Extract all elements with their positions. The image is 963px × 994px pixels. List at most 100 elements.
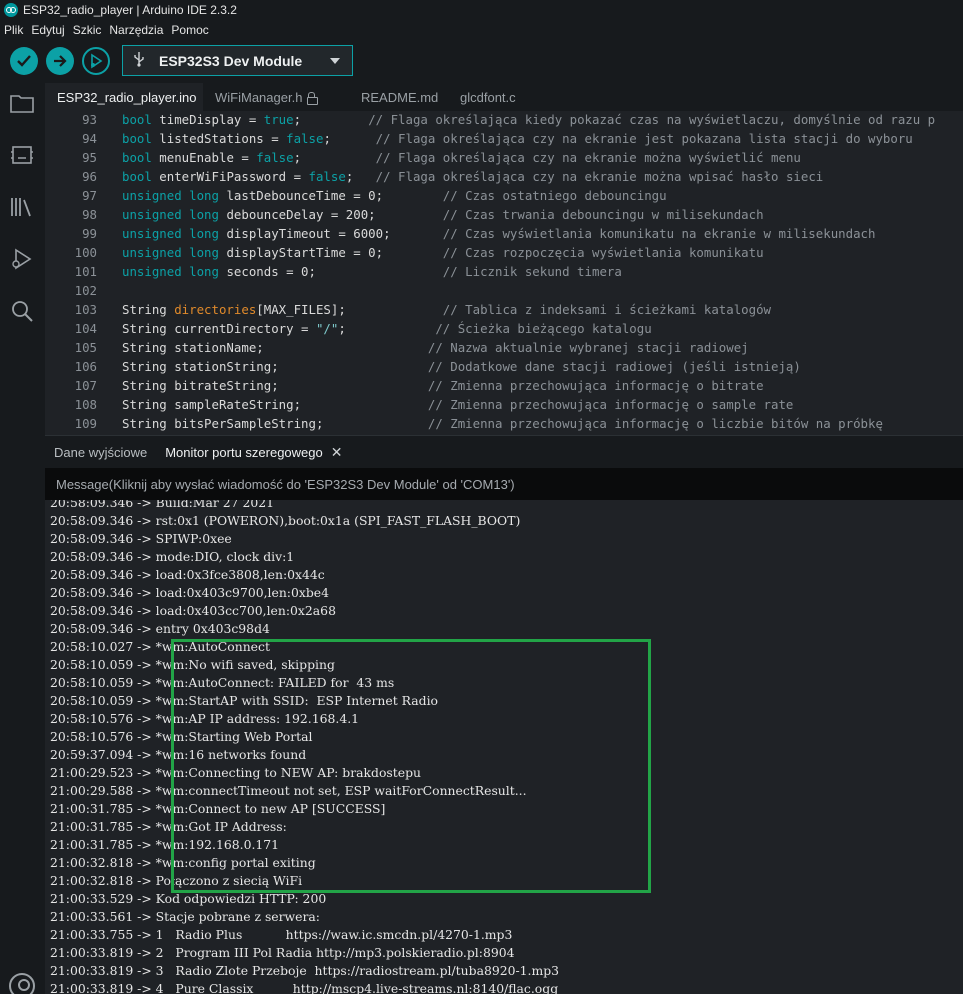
line-number: 102 — [74, 283, 97, 298]
serial-line: 20:58:09.346 -> entry 0x403c98d4 — [50, 621, 270, 636]
code-text: bool timeDisplay = true; // Flaga określ… — [122, 112, 936, 127]
code-line: 102 — [45, 281, 963, 300]
sketchbook-folder-icon[interactable] — [10, 91, 34, 115]
line-number: 109 — [74, 416, 97, 431]
code-text: String sampleRateString; // Zmienna prze… — [122, 397, 794, 412]
board-name: ESP32S3 Dev Module — [159, 52, 303, 69]
menu-help[interactable]: Pomoc — [171, 23, 208, 37]
code-text: unsigned long displayStartTime = 0; // C… — [122, 245, 764, 260]
code-line: 109 String bitsPerSampleString; // Zmienn… — [45, 414, 963, 433]
upload-button[interactable] — [46, 47, 74, 75]
code-text: String bitrateString; // Zmienna przecho… — [122, 378, 764, 393]
menu-tools[interactable]: Narzędzia — [109, 23, 163, 37]
line-number: 97 — [82, 188, 97, 203]
arrow-right-icon — [54, 55, 67, 67]
code-line: 101 unsigned long seconds = 0; // Licznik… — [45, 262, 963, 281]
tab-output[interactable]: Dane wyjściowe — [45, 436, 156, 468]
arduino-logo-icon — [4, 2, 18, 17]
code-text: unsigned long lastDebounceTime = 0; // C… — [122, 188, 667, 203]
line-number: 99 — [82, 226, 97, 241]
code-text: bool enterWiFiPassword = false; // Flaga… — [122, 169, 824, 184]
tab-wifimanager-h[interactable]: WiFiManager.h — [203, 83, 349, 111]
toolbar: ESP32S3 Dev Module — [0, 41, 963, 83]
line-number: 101 — [74, 264, 97, 279]
menu-bar: Plik Edytuj Szkic Narzędzia Pomoc — [0, 19, 963, 41]
title-bar: ESP32_radio_player | Arduino IDE 2.3.2 — [0, 0, 963, 19]
tab-esp32-radio-player-ino[interactable]: ESP32_radio_player.ino — [45, 83, 203, 111]
code-line: 94 bool listedStations = false; // Flaga … — [45, 129, 963, 148]
board-selector[interactable]: ESP32S3 Dev Module — [122, 45, 353, 76]
search-icon[interactable] — [10, 299, 34, 323]
tab-readme-md[interactable]: README.md — [349, 83, 448, 111]
serial-message-bar[interactable]: Message(Kliknij aby wysłać wiadomość do … — [45, 468, 963, 500]
serial-message-input[interactable]: Message(Kliknij aby wysłać wiadomość do … — [56, 477, 515, 492]
boards-manager-icon[interactable] — [10, 143, 34, 167]
serial-line: 21:00:33.819 -> 2 Program III Pol Radia … — [50, 945, 515, 960]
usb-icon — [133, 51, 147, 70]
debug-panel-icon[interactable] — [10, 247, 34, 271]
account-icon[interactable] — [9, 973, 35, 994]
code-line: 100 unsigned long displayStartTime = 0; /… — [45, 243, 963, 262]
code-line: 104 String currentDirectory = "/"; // Ści… — [45, 319, 963, 338]
code-line: 106 String stationString; // Dodatkowe da… — [45, 357, 963, 376]
line-number: 106 — [74, 359, 97, 374]
serial-line: 21:00:33.819 -> 4 Pure Classix http://ms… — [50, 981, 559, 994]
serial-line: 21:00:33.819 -> 3 Radio Zlote Przeboje h… — [50, 963, 560, 978]
menu-sketch[interactable]: Szkic — [73, 23, 102, 37]
serial-line: 20:58:09.346 -> load:0x3fce3808,len:0x44… — [50, 567, 325, 582]
highlight-box — [171, 639, 651, 893]
panel-tabs: Dane wyjściowe Monitor portu szeregowego… — [45, 436, 963, 468]
line-number: 103 — [74, 302, 97, 317]
debug-icon — [91, 53, 103, 69]
code-editor[interactable]: 93 bool timeDisplay = true; // Flaga okre… — [45, 111, 963, 435]
line-number: 98 — [82, 207, 97, 222]
code-text: bool menuEnable = false; // Flaga określ… — [122, 150, 801, 165]
lock-icon — [307, 91, 319, 105]
editor-tabs: ESP32_radio_player.ino WiFiManager.h REA… — [45, 83, 963, 111]
code-text: String directories[MAX_FILES]; // Tablic… — [122, 302, 772, 317]
code-line: 103 String directories[MAX_FILES]; // Tab… — [45, 300, 963, 319]
serial-line: 20:58:09.346 -> Build:Mar 27 2021 — [50, 500, 274, 510]
code-text: String bitsPerSampleString; // Zmienna p… — [122, 416, 883, 431]
line-number: 93 — [82, 112, 97, 127]
line-number: 100 — [74, 245, 97, 260]
serial-line: 21:00:33.561 -> Stacje pobrane z serwera… — [50, 909, 320, 924]
code-text: String stationString; // Dodatkowe dane … — [122, 359, 801, 374]
serial-line: 20:58:09.346 -> SPIWP:0xee — [50, 531, 232, 546]
code-text: unsigned long debounceDelay = 200; // Cz… — [122, 207, 764, 222]
menu-file[interactable]: Plik — [4, 23, 23, 37]
code-text: String stationName; // Nazwa aktualnie w… — [122, 340, 749, 355]
tab-glcdfont-c[interactable]: glcdfont.c — [448, 83, 528, 111]
code-line: 96 bool enterWiFiPassword = false; // Fla… — [45, 167, 963, 186]
line-number: 105 — [74, 340, 97, 355]
serial-line: 20:58:09.346 -> load:0x403cc700,len:0x2a… — [50, 603, 336, 618]
serial-line: 20:58:09.346 -> mode:DIO, clock div:1 — [50, 549, 295, 564]
line-number: 94 — [82, 131, 97, 146]
line-number: 104 — [74, 321, 97, 336]
serial-line: 21:00:33.755 -> 1 Radio Plus https://waw… — [50, 927, 513, 942]
serial-line: 20:58:09.346 -> load:0x403c9700,len:0xbe… — [50, 585, 330, 600]
debug-button[interactable] — [82, 47, 110, 75]
code-line: 98 unsigned long debounceDelay = 200; // … — [45, 205, 963, 224]
line-number: 95 — [82, 150, 97, 165]
tab-serial-monitor[interactable]: Monitor portu szeregowego ✕ — [156, 436, 351, 468]
line-number: 108 — [74, 397, 97, 412]
code-line: 105 String stationName; // Nazwa aktualni… — [45, 338, 963, 357]
serial-line: 20:58:09.346 -> rst:0x1 (POWERON),boot:0… — [50, 513, 521, 528]
menu-edit[interactable]: Edytuj — [31, 23, 64, 37]
code-line: 99 unsigned long displayTimeout = 6000; /… — [45, 224, 963, 243]
line-number: 107 — [74, 378, 97, 393]
code-line: 108 String sampleRateString; // Zmienna p… — [45, 395, 963, 414]
code-line: 97 unsigned long lastDebounceTime = 0; //… — [45, 186, 963, 205]
verify-button[interactable] — [10, 47, 38, 75]
check-icon — [17, 55, 31, 67]
code-text: unsigned long seconds = 0; // Licznik se… — [122, 264, 622, 279]
chevron-down-icon — [330, 58, 340, 64]
library-manager-icon[interactable] — [10, 195, 34, 219]
activity-bar — [0, 83, 45, 994]
window-title: ESP32_radio_player | Arduino IDE 2.3.2 — [23, 2, 237, 17]
code-text: bool listedStations = false; // Flaga ok… — [122, 131, 913, 146]
code-line: 93 bool timeDisplay = true; // Flaga okre… — [45, 111, 963, 129]
code-text: String currentDirectory = "/"; // Ścieżk… — [122, 321, 652, 336]
close-icon[interactable]: ✕ — [331, 444, 343, 461]
